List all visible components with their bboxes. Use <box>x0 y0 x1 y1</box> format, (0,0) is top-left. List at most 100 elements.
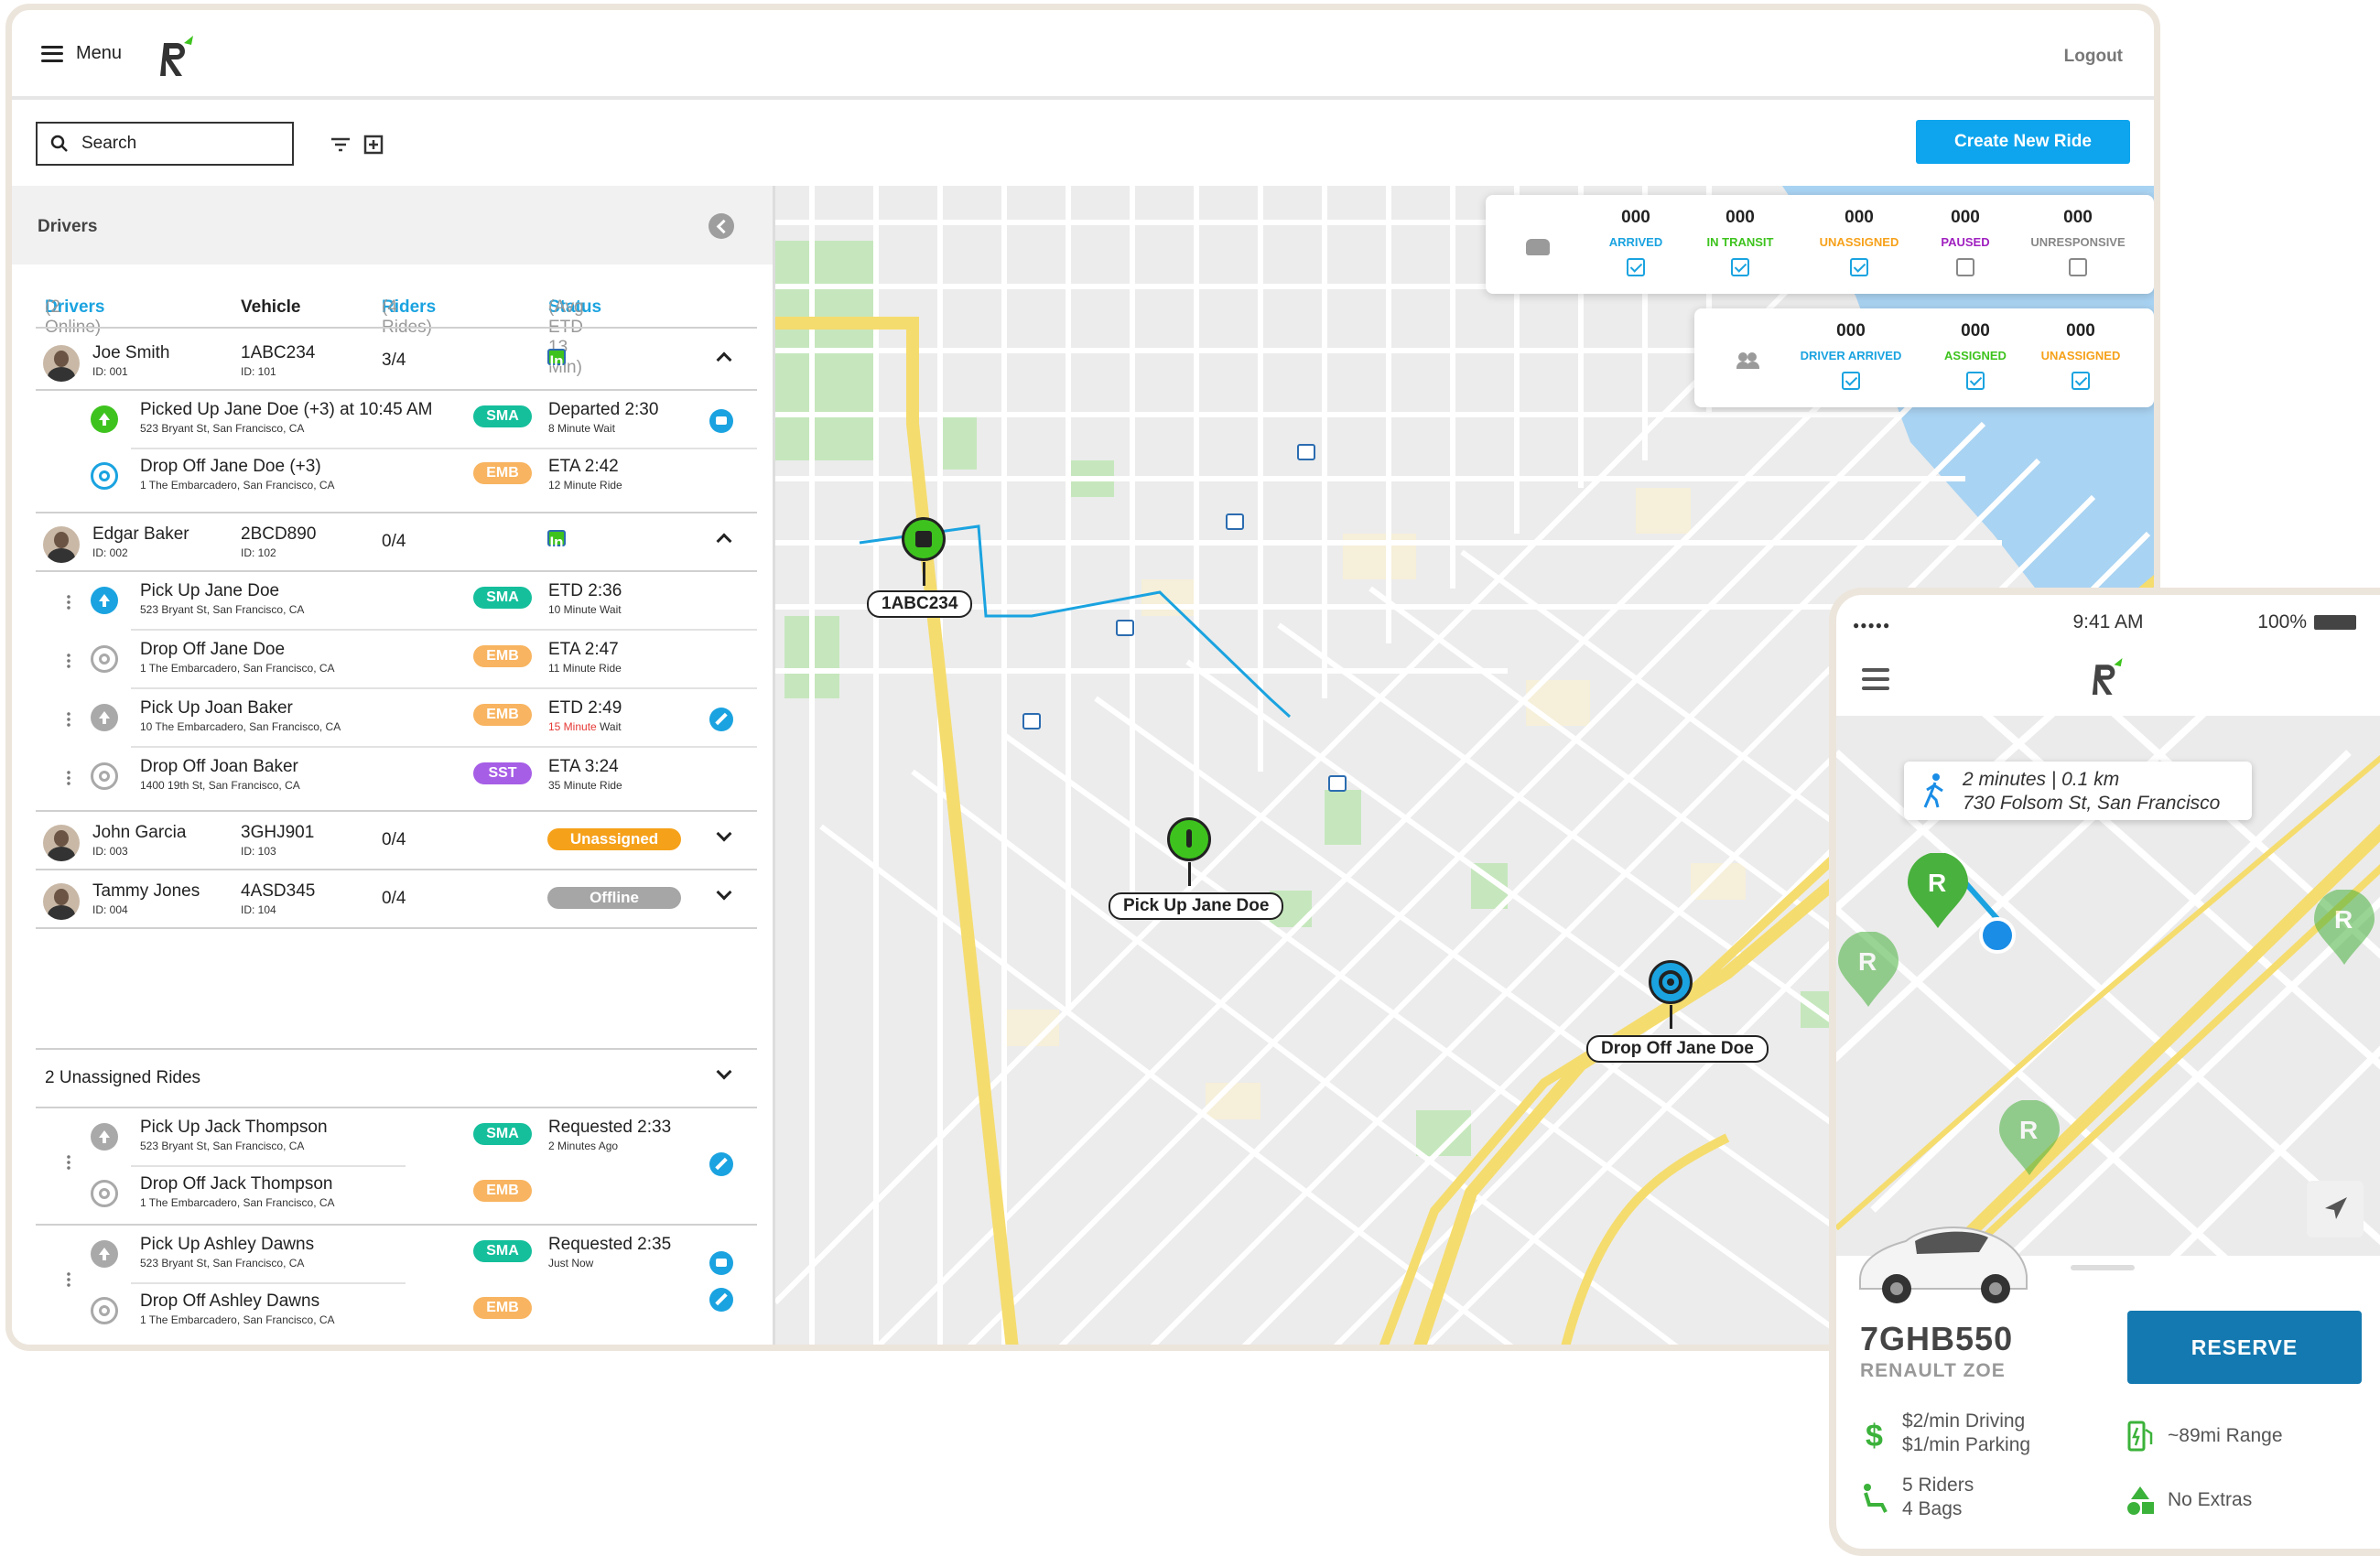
chevron-down-icon[interactable] <box>716 884 732 901</box>
chevron-up-icon[interactable] <box>716 351 732 368</box>
dropoff-target-icon <box>91 762 118 790</box>
create-new-ride-button[interactable]: Create New Ride <box>1916 120 2130 164</box>
bag-capacity: 4 Bags <box>1902 1498 1963 1519</box>
status-badge: Unassigned <box>547 828 681 850</box>
filter-checkbox[interactable] <box>1627 258 1645 276</box>
hamburger-icon <box>41 45 63 62</box>
search-input[interactable] <box>81 134 265 154</box>
vehicle-pin-icon[interactable]: R <box>1836 932 1900 1009</box>
hamburger-icon[interactable] <box>1862 668 1889 690</box>
edit-icon[interactable] <box>709 1288 733 1312</box>
vehicle-pin-icon[interactable]: R <box>2312 890 2376 967</box>
panel-header: Drivers <box>12 186 773 265</box>
status-badge: Offline <box>547 887 681 909</box>
vehicle-map-pin[interactable] <box>902 517 946 586</box>
stop-row[interactable]: Drop Off Jack Thompson 1 The Embarcadero… <box>12 1167 763 1224</box>
drag-handle-icon[interactable] <box>67 653 70 669</box>
ride-logo-icon <box>2092 658 2123 695</box>
vehicle-model: RENAULT ZOE <box>1860 1360 2006 1381</box>
stop-row[interactable]: Drop Off Joan Baker 1400 19th St, San Fr… <box>12 748 763 805</box>
filter-checkbox[interactable] <box>1842 372 1860 390</box>
filter-label: ARRIVED <box>1608 235 1663 249</box>
dropoff-target-icon <box>91 645 118 673</box>
stop-title: Picked Up Jane Doe (+3) at 10:45 AM <box>140 400 433 419</box>
pickup-map-label[interactable]: Pick Up Jane Doe <box>1109 892 1284 920</box>
stop-row[interactable]: Drop Off Ashley Dawns 1 The Embarcadero,… <box>12 1284 763 1341</box>
driver-row[interactable]: Tammy Jones ID: 004 4ASD345 ID: 104 0/4 … <box>12 870 763 927</box>
range-info: ~89mi Range <box>2168 1425 2283 1446</box>
vehicle-plate: 7GHB550 <box>1860 1320 2014 1357</box>
battery-icon <box>2314 615 2356 631</box>
vehicle-pin-icon[interactable]: R <box>1906 853 1970 930</box>
collapse-panel-button[interactable] <box>709 213 734 239</box>
request-time: Requested 2:33 <box>548 1118 672 1137</box>
filter-checkbox[interactable] <box>1850 258 1868 276</box>
stop-row[interactable]: Pick Up Jane Doe 523 Bryant St, San Fran… <box>12 572 763 629</box>
filter-checkbox[interactable] <box>1966 372 1985 390</box>
stop-address: 10 The Embarcadero, San Francisco, CA <box>140 720 341 733</box>
stop-title: Drop Off Ashley Dawns <box>140 1291 320 1311</box>
filter-count: 000 <box>1836 321 1866 340</box>
stop-row[interactable]: Drop Off Jane Doe (+3) 1 The Embarcadero… <box>12 449 763 506</box>
dropoff-map-pin[interactable] <box>1649 960 1693 1029</box>
col-vehicle[interactable]: Vehicle <box>241 297 301 318</box>
driver-row[interactable]: Edgar Baker ID: 002 2BCD890 ID: 102 0/4 … <box>12 513 763 573</box>
stop-time: Departed 2:30 <box>548 400 659 419</box>
stop-time: ETA 2:47 <box>548 640 619 659</box>
pickup-map-pin[interactable] <box>1167 817 1211 886</box>
stop-note: 10 Minute Wait <box>548 603 622 616</box>
filter-arrived: 000 ARRIVED <box>1581 208 1691 276</box>
unassigned-rides-header[interactable]: 2 Unassigned Rides <box>12 1050 763 1107</box>
stop-title: Pick Up Jack Thompson <box>140 1118 328 1137</box>
unassigned-rides-title: 2 Unassigned Rides <box>45 1068 201 1087</box>
filter-checkbox[interactable] <box>2069 258 2087 276</box>
drag-handle-icon[interactable] <box>67 711 70 728</box>
stop-note: 8 Minute Wait <box>548 422 615 435</box>
extras-info: No Extras <box>2168 1489 2253 1510</box>
filter-checkbox[interactable] <box>2072 372 2090 390</box>
locate-me-button[interactable] <box>2307 1181 2364 1237</box>
svg-text:R: R <box>1858 947 1877 976</box>
stop-row[interactable]: Picked Up Jane Doe (+3) at 10:45 AM 523 … <box>12 391 763 448</box>
logout-link[interactable]: Logout <box>2064 47 2123 67</box>
driver-row[interactable]: John Garcia ID: 003 3GHJ901 ID: 103 0/4 … <box>12 812 763 869</box>
chat-icon[interactable] <box>709 409 733 433</box>
phone-map-view[interactable]: 2 minutes | 0.1 km 730 Folsom St, San Fr… <box>1836 716 2380 1256</box>
stop-note: 11 Minute Ride <box>548 662 622 675</box>
stop-time: ETA 2:42 <box>548 457 619 476</box>
vehicle-plate: 2BCD890 <box>241 524 317 544</box>
location-tag: SMA <box>473 405 532 427</box>
chat-icon[interactable] <box>709 1251 733 1275</box>
chevron-down-icon[interactable] <box>716 826 732 842</box>
location-tag: EMB <box>473 645 532 667</box>
filter-checkbox[interactable] <box>1731 258 1749 276</box>
sheet-drag-handle[interactable] <box>2071 1265 2135 1270</box>
dropoff-map-label[interactable]: Drop Off Jane Doe <box>1586 1035 1769 1063</box>
search-box[interactable] <box>36 122 294 166</box>
chevron-down-icon[interactable] <box>716 1064 732 1080</box>
toolbar: Create New Ride <box>12 103 2154 186</box>
location-tag: EMB <box>473 704 532 726</box>
menu-button[interactable]: Menu <box>41 43 122 64</box>
edit-icon[interactable] <box>709 708 733 731</box>
vehicle-plate: 3GHJ901 <box>241 823 315 842</box>
location-tag: EMB <box>473 1180 532 1202</box>
drag-handle-icon[interactable] <box>67 770 70 786</box>
stop-row[interactable]: Pick Up Jack Thompson 523 Bryant St, San… <box>12 1108 763 1165</box>
status-badge: In Transit <box>547 530 600 573</box>
add-box-icon[interactable] <box>362 133 385 157</box>
vehicle-map-label[interactable]: 1ABC234 <box>867 590 973 618</box>
stop-row[interactable]: Drop Off Jane Doe 1 The Embarcadero, San… <box>12 631 763 687</box>
filter-checkbox[interactable] <box>1956 258 1974 276</box>
drag-handle-icon[interactable] <box>67 594 70 611</box>
filter-icon[interactable] <box>329 133 352 157</box>
stop-row[interactable]: Pick Up Joan Baker 10 The Embarcadero, S… <box>12 689 763 746</box>
chevron-up-icon[interactable] <box>716 533 732 549</box>
stop-row[interactable]: Pick Up Ashley Dawns 523 Bryant St, San … <box>12 1226 763 1282</box>
location-tag: SMA <box>473 587 532 609</box>
walking-person-icon <box>1186 829 1192 848</box>
driver-row[interactable]: Joe Smith ID: 001 1ABC234 ID: 101 3/4 In… <box>12 332 763 392</box>
reserve-button[interactable]: RESERVE <box>2127 1311 2362 1384</box>
vehicle-pin-icon[interactable]: R <box>1997 1100 2061 1177</box>
filter-label: IN TRANSIT <box>1706 235 1774 249</box>
